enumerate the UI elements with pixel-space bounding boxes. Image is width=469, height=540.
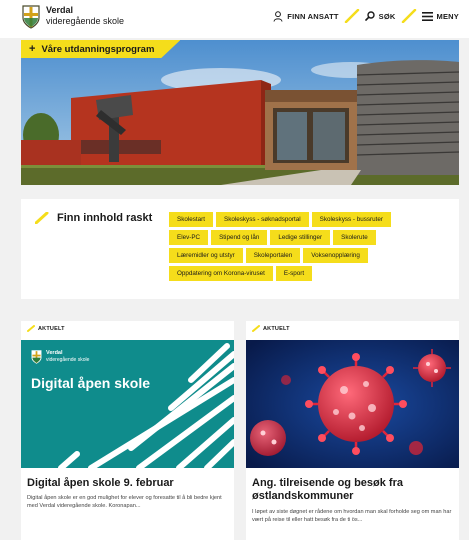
virus-illustration [246, 340, 459, 468]
quick-link-skoleskyss-soknadsportal[interactable]: Skoleskyss - søknadsportal [216, 212, 309, 227]
image-brand-name: Verdal [46, 350, 63, 356]
news-card-description: I løpet av siste døgnet er rådene om hvo… [252, 509, 452, 523]
quick-link-ledige-stillinger[interactable]: Ledige stillinger [270, 230, 331, 245]
quick-link-voksenopplaering[interactable]: Voksenopplæring [303, 248, 368, 263]
quick-link-skolestart[interactable]: Skolestart [169, 212, 213, 227]
image-brand: Verdal videregående skole [31, 350, 89, 364]
quick-find-section: Finn innhold raskt Skolestart Skoleskyss… [21, 199, 459, 299]
quick-link-e-sport[interactable]: E-sport [275, 266, 313, 281]
news-card-title[interactable]: Ang. tilreisende og besøk fra østlandsko… [252, 477, 457, 503]
news-card-travel-advice[interactable]: AKTUELT Ang. tilreisende og besøk fra øs… [246, 321, 459, 540]
logo-subtitle: videregående skole [46, 16, 125, 26]
find-staff-label: FINN ANSATT [287, 11, 339, 21]
site-logo[interactable]: Verdal videregående skole [22, 5, 124, 29]
quick-link-elev-pc[interactable]: Elev-PC [169, 230, 209, 245]
news-tag-label: AKTUELT [38, 325, 65, 332]
quick-link-skoleskyss-bussruter[interactable]: Skoleskyss - bussruter [311, 212, 391, 227]
shield-cross-icon [22, 5, 40, 29]
image-brand-subtitle: videregående skole [46, 357, 90, 363]
quick-link-skoleportalen[interactable]: Skoleportalen [245, 248, 301, 263]
hero-banner[interactable]: + Våre utdanningsprogram [21, 40, 459, 185]
news-card-title[interactable]: Digital åpen skole 9. februar [27, 477, 232, 490]
news-card-description: Digital åpen skole er en god mulighet fo… [27, 495, 222, 509]
hamburger-menu-icon [421, 11, 433, 21]
news-tag: AKTUELT [252, 325, 290, 332]
virus-large [305, 353, 407, 455]
search-link[interactable]: SØK [364, 11, 396, 21]
top-navigation: FINN ANSATT SØK MENY [273, 9, 459, 23]
yellow-slash-divider [344, 9, 359, 23]
open-school-image: Verdal videregående skole Digital åpen s… [21, 340, 234, 468]
quick-find-title: Finn innhold raskt [57, 212, 153, 224]
logo-name: Verdal [46, 5, 74, 15]
site-header: Verdal videregående skole FINN ANSATT SØ… [0, 0, 469, 38]
quick-links: Skolestart Skoleskyss - søknadsportal Sk… [169, 212, 419, 281]
education-programs-tab[interactable]: + Våre utdanningsprogram [21, 40, 181, 58]
search-icon [364, 11, 375, 21]
pencil-icon [35, 212, 49, 224]
find-staff-link[interactable]: FINN ANSATT [273, 10, 339, 22]
school-building-photo [21, 40, 459, 185]
quick-link-skolerute[interactable]: Skolerute [333, 230, 376, 245]
virus-left [250, 420, 286, 456]
news-card-open-school[interactable]: AKTUELT Verdal videregående skole Digita… [21, 321, 234, 540]
education-programs-label: Våre utdanningsprogram [41, 43, 155, 55]
yellow-slash-divider [401, 9, 416, 23]
pencil-icon [252, 325, 260, 332]
news-tag: AKTUELT [27, 325, 65, 332]
pencil-icon [27, 325, 35, 332]
quick-link-stipend-og-lan[interactable]: Stipend og lån [211, 230, 268, 245]
menu-button[interactable]: MENY [421, 11, 459, 21]
menu-label: MENY [436, 11, 459, 21]
quick-link-korona[interactable]: Oppdatering om Korona-viruset [169, 266, 273, 281]
plus-icon: + [29, 43, 36, 55]
quick-find-heading: Finn innhold raskt [35, 212, 152, 224]
image-headline: Digital åpen skole [31, 375, 151, 391]
quick-link-laremidler[interactable]: Læremidler og utstyr [169, 248, 243, 263]
news-tag-label: AKTUELT [263, 325, 290, 332]
coronavirus-image [246, 340, 459, 468]
shield-cross-icon [31, 350, 42, 364]
person-icon [273, 10, 283, 22]
search-label: SØK [378, 11, 396, 21]
